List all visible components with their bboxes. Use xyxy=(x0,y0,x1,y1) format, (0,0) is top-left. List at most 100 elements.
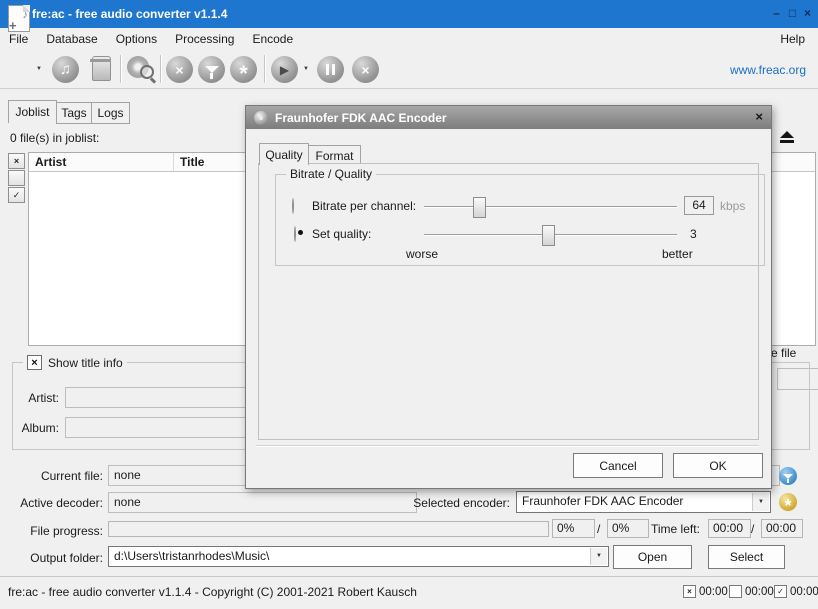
website-link[interactable]: www.freac.org xyxy=(730,63,806,77)
bitrate-radio[interactable] xyxy=(292,198,294,214)
quality-label: Set quality: xyxy=(312,227,371,241)
stop-encoding-button[interactable]: × xyxy=(352,56,379,83)
worse-label: worse xyxy=(406,247,438,261)
progress-slash: / xyxy=(597,522,600,536)
timer-total: ✓ 00:00 xyxy=(774,585,818,598)
total-progress-percent: 0% xyxy=(607,519,649,538)
funnel-icon xyxy=(205,66,219,73)
menu-help[interactable]: Help xyxy=(771,28,814,50)
add-files-dropdown-icon[interactable]: ▼ xyxy=(36,66,42,72)
app-window: fre:ac - free audio converter v1.1.4 – □… xyxy=(0,0,818,609)
encoder-settings-button[interactable]: * xyxy=(230,56,257,83)
show-title-info-label: Show title info xyxy=(48,356,123,370)
time-left-file: 00:00 xyxy=(708,519,751,538)
menu-encode[interactable]: Encode xyxy=(243,28,302,50)
chevron-down-icon[interactable]: ▼ xyxy=(590,548,607,565)
pause-icon xyxy=(326,64,335,75)
show-title-info-checkbox[interactable]: × xyxy=(27,355,42,370)
tab-joblist[interactable]: Joblist xyxy=(8,100,57,123)
title-bar[interactable]: fre:ac - free audio converter v1.1.4 – □… xyxy=(0,0,818,28)
selected-encoder-dropdown[interactable]: Fraunhofer FDK AAC Encoder ▼ xyxy=(516,491,771,513)
select-none-button[interactable] xyxy=(8,170,25,186)
add-files-button[interactable]: ♪ + xyxy=(8,5,30,32)
active-decoder-label: Active decoder: xyxy=(0,496,103,510)
quality-value: 3 xyxy=(690,227,697,241)
trash-icon xyxy=(92,56,111,81)
bitrate-label: Bitrate per channel: xyxy=(312,199,416,213)
output-folder-dropdown[interactable]: d:\Users\tristanrhodes\Music\ ▼ xyxy=(108,546,609,567)
bitrate-quality-legend: Bitrate / Quality xyxy=(286,167,376,181)
file-progress-label: File progress: xyxy=(0,524,103,538)
start-dropdown-icon[interactable]: ▼ xyxy=(303,66,309,72)
music-note-icon: ♪ xyxy=(23,9,29,21)
add-file-icon: ♪ + xyxy=(8,5,30,32)
chevron-down-icon[interactable]: ▼ xyxy=(752,493,769,511)
time-slash: / xyxy=(751,522,754,536)
processing-button[interactable] xyxy=(198,56,225,83)
remove-all-button[interactable] xyxy=(92,56,111,81)
cd-search-icon xyxy=(127,55,155,83)
general-settings-button[interactable]: × xyxy=(166,56,193,83)
open-button[interactable]: Open xyxy=(613,545,692,569)
gear-small-icon: * xyxy=(784,502,791,510)
eject-icon xyxy=(780,131,794,138)
dialog-tab-quality[interactable]: Quality xyxy=(259,143,309,165)
play-icon: ▶ xyxy=(280,63,289,77)
music-notes-icon: ♫ xyxy=(60,61,71,78)
select-button[interactable]: Select xyxy=(708,545,785,569)
timer-unselected: 00:00 xyxy=(729,585,774,598)
dialog-separator xyxy=(256,445,759,447)
stop-x-icon: × xyxy=(361,62,369,78)
encoder-config-button[interactable]: * xyxy=(779,493,797,511)
menu-processing[interactable]: Processing xyxy=(166,28,243,50)
quality-radio[interactable] xyxy=(294,226,296,242)
processing-toggle-button[interactable] xyxy=(779,467,797,485)
cddb-query-button[interactable] xyxy=(127,55,155,83)
album-label: Album: xyxy=(15,421,59,435)
bitrate-value: 64 xyxy=(684,196,714,215)
close-icon[interactable]: × xyxy=(801,6,814,20)
ok-button[interactable]: OK xyxy=(673,453,763,478)
maximize-icon[interactable]: □ xyxy=(786,6,799,20)
dialog-title: Fraunhofer FDK AAC Encoder xyxy=(275,111,447,125)
toolbar-separator xyxy=(264,55,266,83)
gear-icon: * xyxy=(239,69,248,79)
joblist-button[interactable]: ♫ xyxy=(52,56,79,83)
menu-database[interactable]: Database xyxy=(37,28,106,50)
selected-tracks-icon: × xyxy=(683,585,696,598)
menu-options[interactable]: Options xyxy=(107,28,166,50)
encoder-config-dialog: Fraunhofer FDK AAC Encoder × Quality For… xyxy=(245,105,772,489)
bitrate-unit: kbps xyxy=(720,199,745,213)
joblist-count: 0 file(s) in joblist: xyxy=(10,131,99,145)
artist-label: Artist: xyxy=(15,391,59,405)
tools-icon: × xyxy=(175,62,183,78)
window-title: fre:ac - free audio converter v1.1.4 xyxy=(32,7,227,21)
bitrate-slider[interactable] xyxy=(424,206,677,208)
menu-bar: File Database Options Processing Encode … xyxy=(0,28,818,51)
pause-encoding-button[interactable] xyxy=(317,56,344,83)
plus-icon: + xyxy=(9,18,17,33)
bitrate-slider-thumb[interactable] xyxy=(473,197,486,218)
unselected-tracks-icon xyxy=(729,585,742,598)
toolbar-separator xyxy=(120,55,122,83)
cancel-button[interactable]: Cancel xyxy=(573,453,663,478)
dialog-title-bar[interactable]: Fraunhofer FDK AAC Encoder × xyxy=(246,106,771,129)
select-all-button[interactable]: × xyxy=(8,153,25,169)
funnel-small-icon xyxy=(783,474,793,479)
file-progress-percent: 0% xyxy=(552,519,595,538)
toggle-selection-button[interactable]: ✓ xyxy=(8,187,25,203)
title-info-legend: × Show title info xyxy=(23,355,127,370)
minimize-icon[interactable]: – xyxy=(770,6,783,20)
output-folder-label: Output folder: xyxy=(0,551,103,565)
dialog-icon xyxy=(254,111,268,125)
all-tracks-icon: ✓ xyxy=(774,585,787,598)
status-text: fre:ac - free audio converter v1.1.4 - C… xyxy=(8,585,417,599)
eject-button[interactable] xyxy=(772,127,802,147)
quality-slider-thumb[interactable] xyxy=(542,225,555,246)
better-label: better xyxy=(662,247,693,261)
column-artist[interactable]: Artist xyxy=(29,153,174,171)
tab-tags[interactable]: Tags xyxy=(56,102,92,124)
tab-logs[interactable]: Logs xyxy=(91,102,130,124)
dialog-close-icon[interactable]: × xyxy=(755,109,763,124)
start-encoding-button[interactable]: ▶ xyxy=(271,56,298,83)
